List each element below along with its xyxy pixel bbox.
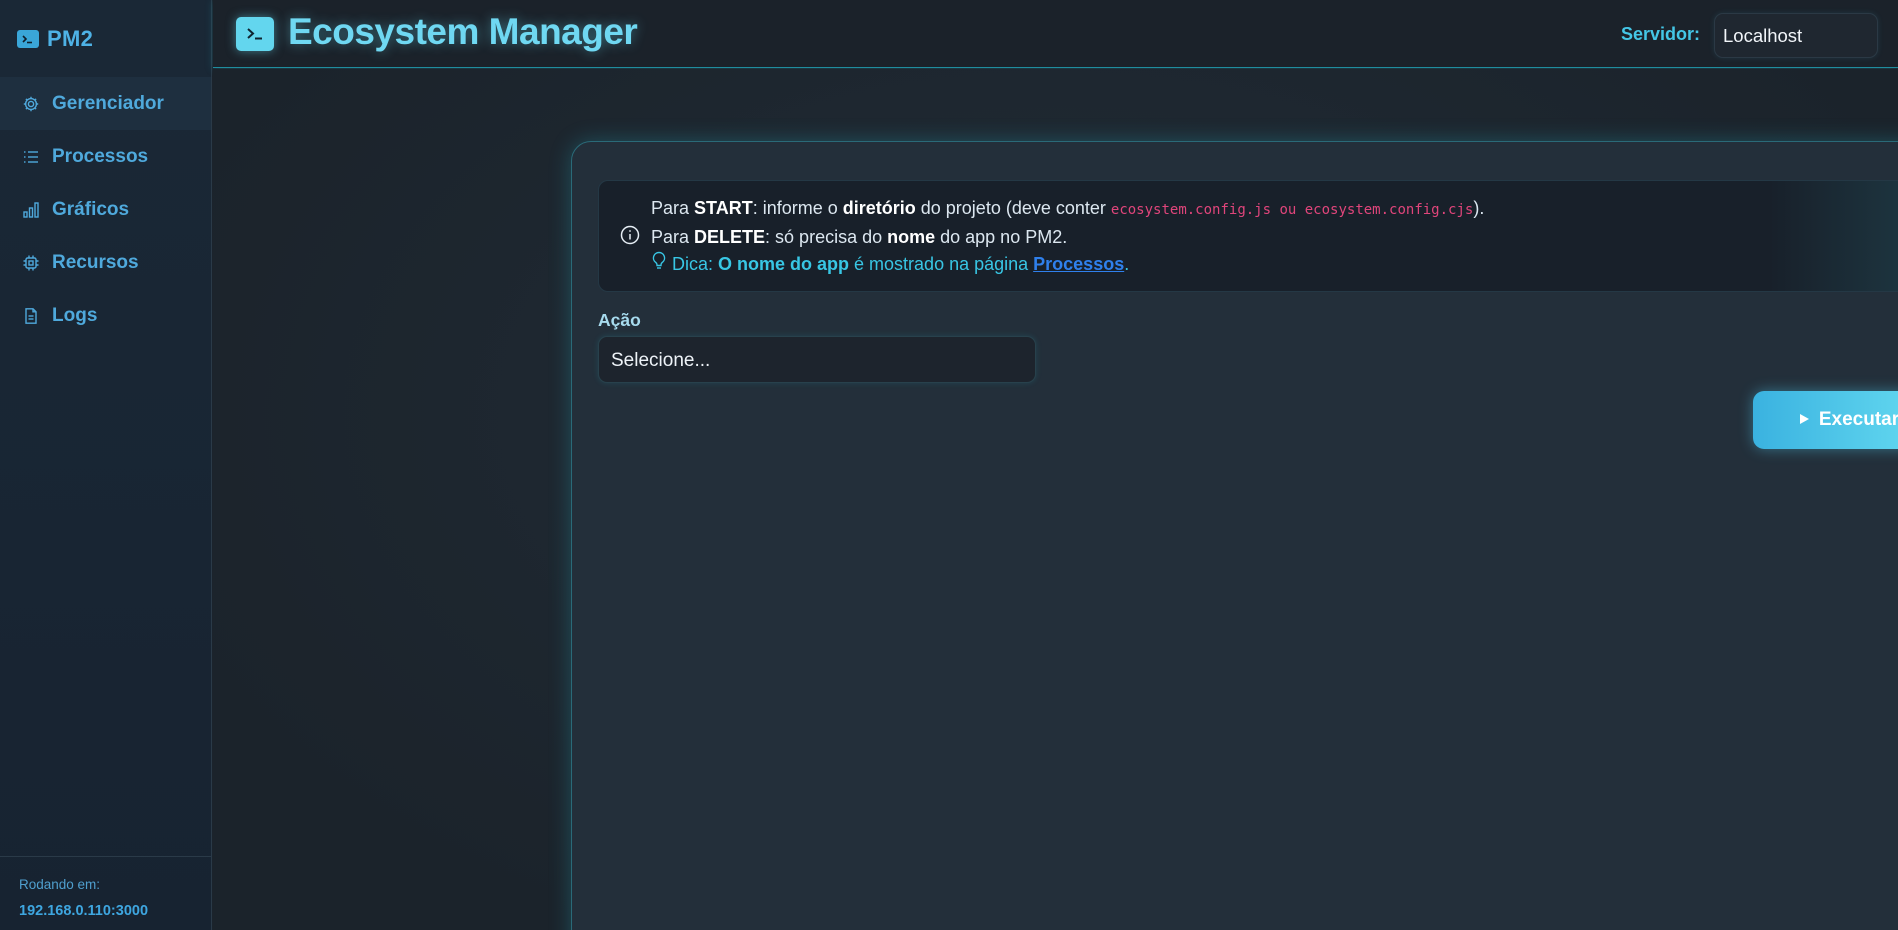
server-select[interactable]: Localhost: [1714, 13, 1878, 58]
server-label: Servidor:: [1620, 24, 1700, 44]
sidebar-item-logs[interactable]: Logs: [0, 289, 211, 342]
sidebar-item-label: Logs: [52, 304, 98, 326]
play-icon: [1799, 409, 1810, 431]
main-area: Para START: informe o diretório do proje…: [213, 69, 1898, 930]
sidebar-footer: Rodando em: 192.168.0.110:3000: [0, 856, 211, 930]
tip-text-part: .: [1124, 254, 1130, 274]
sidebar-item-label: Recursos: [52, 251, 139, 273]
running-label: Rodando em:: [19, 877, 101, 892]
info-icon: [620, 225, 640, 245]
info-text-part: : só precisa do: [765, 227, 888, 247]
info-line-delete: Para DELETE: só precisa do nome do app n…: [651, 224, 1484, 251]
sidebar-item-gerenciador[interactable]: Gerenciador: [0, 77, 211, 130]
delete-keyword: DELETE: [694, 227, 766, 247]
chip-icon: [22, 254, 40, 272]
sidebar-item-label: Gráficos: [52, 198, 130, 220]
info-text-part: do projeto (deve conter: [915, 198, 1111, 218]
page-title: Ecosystem Manager: [288, 11, 638, 52]
info-alert: Para START: informe o diretório do proje…: [598, 180, 1898, 292]
top-header: Ecosystem Manager Servidor: Localhost: [213, 0, 1898, 68]
info-text-part: Para: [651, 227, 695, 247]
directory-keyword: diretório: [842, 198, 916, 218]
app-name-keyword: O nome do app: [718, 254, 850, 274]
info-line-start: Para START: informe o diretório do proje…: [651, 195, 1484, 224]
running-address: 192.168.0.110:3000: [19, 903, 149, 919]
action-label: Ação: [598, 310, 641, 330]
brand-name: PM2: [47, 26, 94, 51]
info-text-part: Para: [651, 198, 695, 218]
file-icon: [22, 307, 40, 325]
terminal-icon: [236, 17, 274, 51]
info-text: Para START: informe o diretório do proje…: [651, 195, 1484, 278]
action-select[interactable]: Selecione...: [598, 336, 1036, 383]
tip-text-part: Dica:: [672, 254, 719, 274]
list-icon: [22, 148, 40, 166]
gear-icon: [22, 95, 40, 113]
lightbulb-icon: [651, 251, 667, 278]
ecosystem-panel: Para START: informe o diretório do proje…: [571, 141, 1898, 930]
info-text-part: do app no PM2.: [935, 227, 1068, 247]
tip-text-part: é mostrado na página: [849, 254, 1034, 274]
sidebar-nav: Gerenciador Processos Gráficos Recursos …: [0, 77, 211, 342]
sidebar-item-graficos[interactable]: Gráficos: [0, 183, 211, 236]
sidebar-item-label: Gerenciador: [52, 92, 164, 114]
execute-label: Executar: [1818, 409, 1898, 430]
config-filenames: ecosystem.config.js ou ecosystem.config.…: [1110, 202, 1474, 218]
terminal-icon: [17, 30, 39, 48]
sidebar-item-processos[interactable]: Processos: [0, 130, 211, 183]
start-keyword: START: [694, 198, 753, 218]
sidebar-item-label: Processos: [52, 145, 149, 167]
info-line-tip: Dica: O nome do app é mostrado na página…: [651, 251, 1484, 278]
execute-button[interactable]: Executar: [1753, 391, 1898, 449]
brand[interactable]: PM2: [17, 26, 93, 52]
bar-chart-icon: [22, 201, 40, 219]
sidebar-item-recursos[interactable]: Recursos: [0, 236, 211, 289]
name-keyword: nome: [887, 227, 936, 247]
processos-link[interactable]: Processos: [1033, 254, 1124, 274]
info-text-part: ).: [1473, 198, 1485, 218]
sidebar: PM2 Gerenciador Processos Gráficos Recur…: [0, 0, 212, 930]
info-text-part: : informe o: [752, 198, 843, 218]
